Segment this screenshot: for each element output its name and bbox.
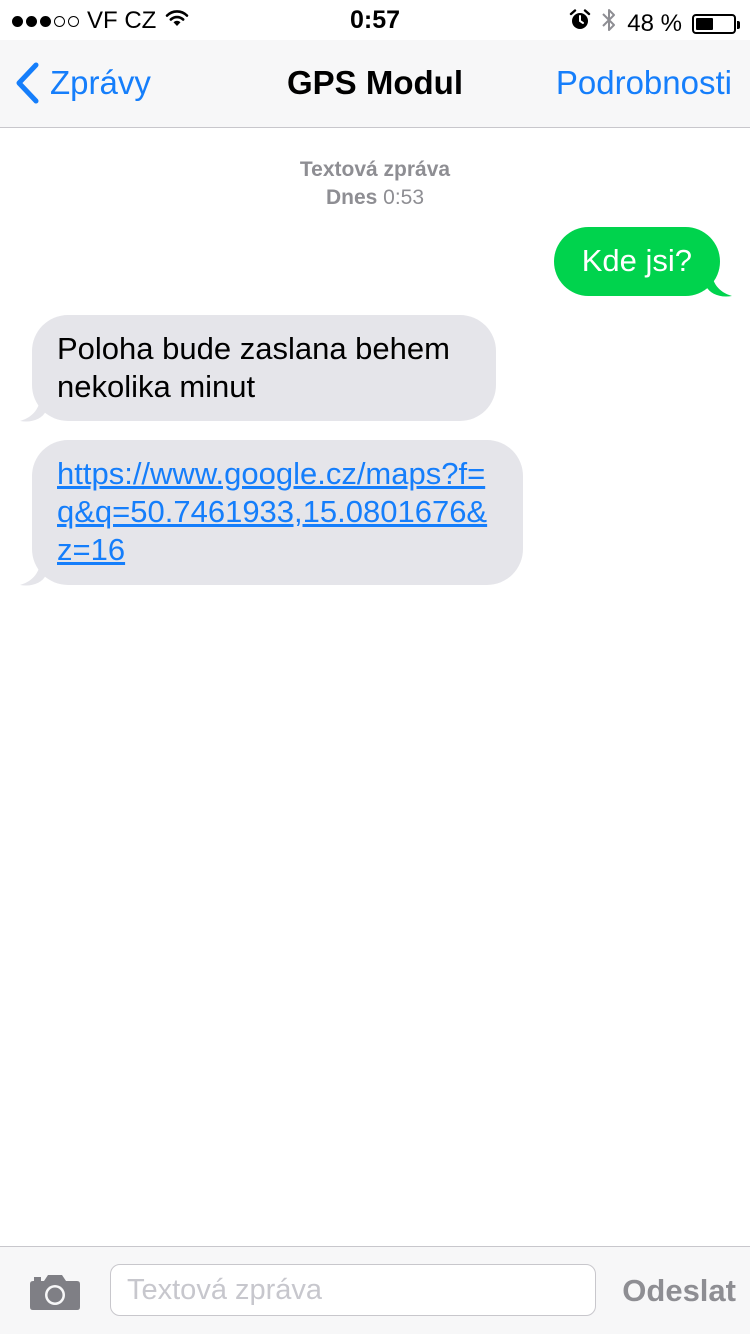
status-bar: VF CZ 0:57 48 % [0, 0, 750, 40]
maps-link[interactable]: https://www.google.cz/maps?f=q&q=50.7461… [57, 456, 487, 567]
incoming-bubble-tail [20, 397, 46, 422]
message-text: Kde jsi? [581, 243, 692, 278]
message-time-label: 0:53 [383, 186, 425, 209]
battery-icon [692, 13, 740, 34]
message-text: Poloha bude zaslana behem nekolika minut [57, 331, 450, 404]
camera-icon [30, 1275, 80, 1310]
send-button[interactable]: Odeslat [622, 1273, 736, 1309]
message-input[interactable] [110, 1264, 596, 1316]
battery-fill [696, 17, 714, 30]
outgoing-bubble-tail [706, 272, 732, 297]
incoming-link-bubble: https://www.google.cz/maps?f=q&q=50.7461… [32, 440, 523, 585]
details-button[interactable]: Podrobnosti [556, 64, 732, 102]
outgoing-message-bubble[interactable]: Kde jsi? [553, 227, 720, 296]
camera-button[interactable] [29, 1273, 81, 1316]
alarm-icon [569, 9, 591, 38]
navigation-bar: Zprávy GPS Modul Podrobnosti [0, 40, 750, 128]
status-right: 48 % [569, 7, 740, 40]
incoming-message-bubble[interactable]: Poloha bude zaslana behem nekolika minut [32, 315, 496, 421]
message-timestamp: Textová zpráva Dnes 0:53 [0, 156, 750, 212]
messages-screen: VF CZ 0:57 48 % Zprávy GPS Modul Podrobn… [0, 0, 750, 1334]
message-input-bar: Odeslat [0, 1246, 750, 1334]
incoming-bubble-tail [20, 561, 46, 586]
battery-percent: 48 % [627, 9, 682, 37]
message-type-label: Textová zpráva [299, 158, 451, 181]
bluetooth-icon [601, 7, 617, 40]
message-day-label: Dnes [325, 186, 378, 209]
